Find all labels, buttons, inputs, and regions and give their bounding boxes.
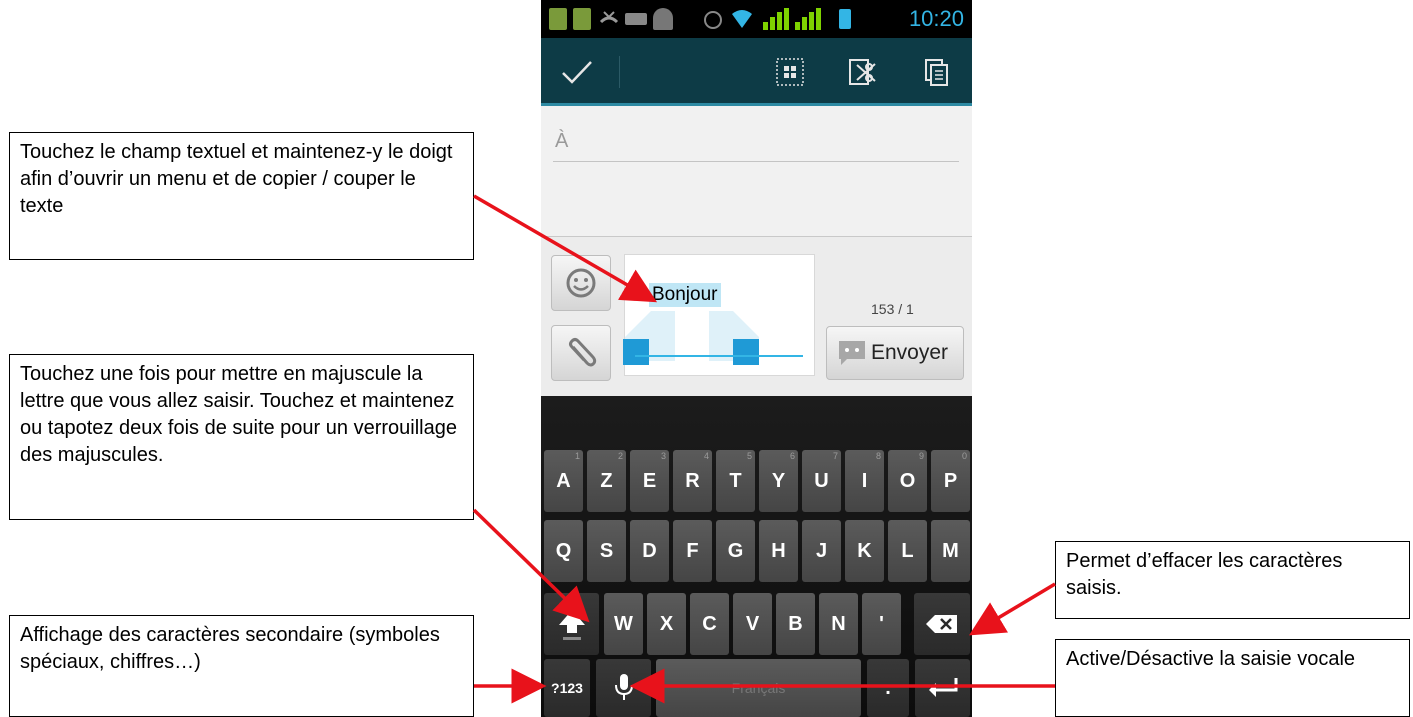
- arrow-delete: [968, 582, 1056, 636]
- arrow-shift: [472, 508, 590, 623]
- annotation-arrows: [472, 194, 1056, 704]
- arrow-copy-cut: [473, 194, 658, 303]
